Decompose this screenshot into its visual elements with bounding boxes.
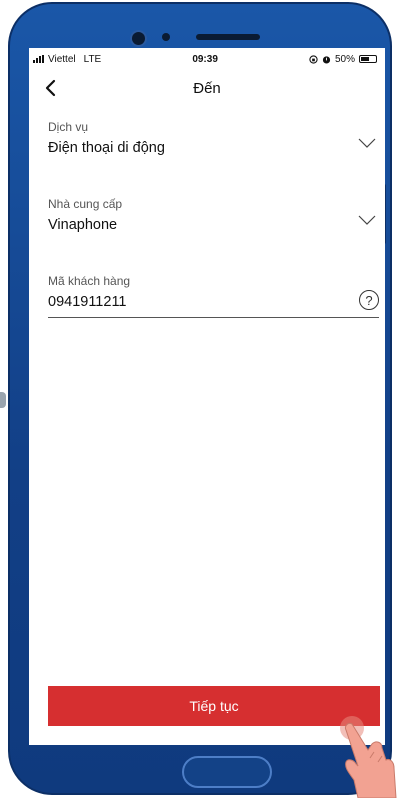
customer-code-label: Mã khách hàng bbox=[48, 274, 131, 288]
carrier-name: Viettel bbox=[48, 53, 76, 65]
nav-bar: Đến bbox=[29, 70, 385, 106]
status-left: Viettel LTE bbox=[33, 54, 101, 65]
chevron-down-icon[interactable] bbox=[357, 133, 377, 153]
status-time: 09:39 bbox=[192, 53, 218, 65]
home-button[interactable] bbox=[182, 756, 272, 788]
service-value: Điện thoại di động bbox=[48, 140, 165, 156]
proximity-sensor bbox=[162, 33, 170, 41]
alarm-icon bbox=[322, 55, 331, 64]
rotation-lock-icon bbox=[309, 54, 318, 64]
status-right: 50% bbox=[309, 54, 377, 65]
phone-screen: Viettel LTE 09:39 50% Đến Dịch vụ Điện t… bbox=[29, 48, 385, 745]
help-icon[interactable]: ? bbox=[359, 290, 379, 310]
edge-bump bbox=[0, 392, 6, 408]
provider-field[interactable]: Nhà cung cấp Vinaphone bbox=[48, 181, 379, 240]
status-bar: Viettel LTE 09:39 50% bbox=[29, 48, 385, 70]
provider-value: Vinaphone bbox=[48, 217, 118, 233]
service-field[interactable]: Dịch vụ Điện thoại di động bbox=[48, 106, 379, 163]
provider-label: Nhà cung cấp bbox=[48, 197, 123, 211]
battery-icon bbox=[358, 55, 377, 63]
chevron-down-icon[interactable] bbox=[357, 210, 377, 230]
customer-code-field[interactable]: Mã khách hàng 0941911211 ? bbox=[48, 258, 379, 318]
customer-code-input[interactable]: 0941911211 bbox=[48, 288, 379, 317]
front-camera bbox=[130, 30, 147, 47]
network-type: LTE bbox=[83, 53, 102, 65]
pointing-hand-icon bbox=[340, 716, 397, 798]
page-title: Đến bbox=[193, 79, 221, 97]
battery-percent: 50% bbox=[334, 53, 355, 65]
back-arrow-icon[interactable] bbox=[41, 78, 61, 98]
signal-icon bbox=[33, 55, 44, 63]
service-label: Dịch vụ bbox=[48, 120, 89, 134]
earpiece-speaker bbox=[196, 34, 260, 40]
